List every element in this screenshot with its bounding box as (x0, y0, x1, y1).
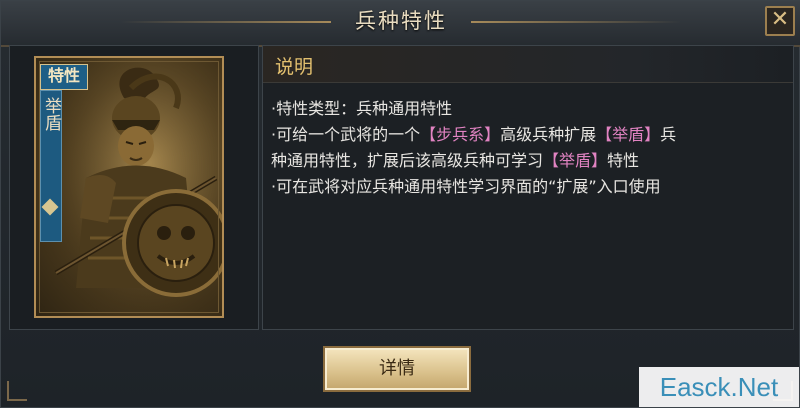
description-panel: 说明 ·特性类型：兵种通用特性 ·可给一个武将的一个【步兵系】高级兵种扩展【举盾… (262, 45, 794, 330)
description-title: 说明 (275, 56, 314, 78)
trait-type-line: ·特性类型：兵种通用特性 (271, 99, 453, 118)
description-header: 说明 (263, 46, 793, 83)
entry-line: ·可在武将对应兵种通用特性学习界面的“扩展”入口使用 (271, 177, 661, 196)
effect-text: 特性 (607, 151, 640, 170)
card-name-strip: 举盾 (40, 90, 62, 242)
detail-button[interactable]: 详情 (323, 346, 471, 392)
card-name: 举盾 (41, 97, 61, 131)
dialog-title: 兵种特性 (355, 9, 447, 33)
title-bar: 兵种特性 ✕ (1, 1, 800, 47)
infantry-keyword: 【步兵系】 (420, 125, 501, 144)
usage-line: ·可给一个武将的一个【步兵系】高级兵种扩展【举盾】兵 (271, 122, 786, 148)
usage-text: ·可给一个武将的一个 (271, 125, 421, 144)
card-inner-border (39, 61, 219, 313)
effect-line: 种通用特性，扩展后该高级兵种可学习【举盾】特性 (271, 148, 786, 174)
card-type-tag: 特性 (40, 64, 88, 90)
close-button[interactable]: ✕ (765, 6, 795, 36)
effect-text: 种通用特性，扩展后该高级兵种可学习 (271, 151, 544, 170)
usage-text: 兵 (660, 125, 677, 144)
watermark: Easck.Net (639, 367, 799, 407)
description-body: ·特性类型：兵种通用特性 ·可给一个武将的一个【步兵系】高级兵种扩展【举盾】兵 … (271, 96, 786, 200)
trait-dialog: 兵种特性 ✕ 特性 举盾 说明 ·特性类型：兵种通用特性 ·可给一个武将的一个【… (0, 0, 800, 408)
usage-text: 高级兵种扩展 (500, 125, 597, 144)
close-icon: ✕ (770, 7, 790, 32)
shield-keyword: 【举盾】 (596, 125, 661, 144)
diamond-icon (41, 198, 59, 216)
frame-corner-left (7, 381, 27, 401)
shield-keyword: 【举盾】 (543, 151, 608, 170)
trait-card: 特性 举盾 (34, 56, 224, 318)
